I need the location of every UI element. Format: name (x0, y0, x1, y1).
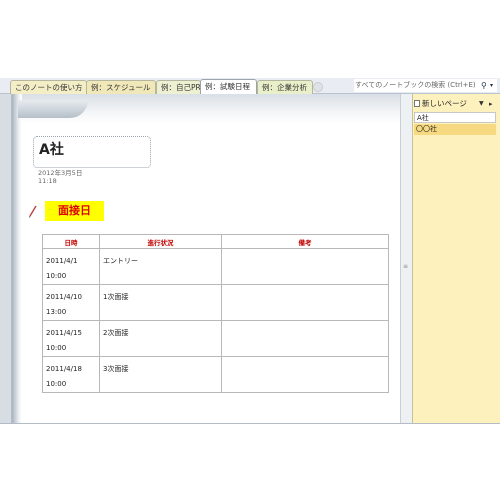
pen-icon (29, 205, 37, 218)
new-page-icon (414, 100, 420, 107)
notebook-frame (0, 94, 12, 424)
onenote-window: このノートの使い方 例：スケジュール 例：自己PR 例：試験日程 例：企業分析 … (0, 0, 500, 500)
new-page-label: 新しいページ (422, 99, 467, 108)
notes-cell[interactable] (221, 284, 389, 321)
status-cell[interactable]: 1次面接 (99, 284, 222, 321)
tab-self-pr[interactable]: 例：自己PR (156, 80, 201, 94)
time-text: 13:00 (46, 308, 67, 316)
dropdown-arrow-icon[interactable]: ▼ (479, 98, 484, 110)
notes-cell[interactable] (221, 320, 389, 357)
table-row: 2011/4/10 13:00 1次面接 (42, 284, 389, 321)
page-list-item[interactable]: 〇〇社 (414, 124, 496, 135)
tab-exam-schedule[interactable]: 例：試験日程 (200, 79, 257, 94)
date-text: 2011/4/18 (46, 365, 82, 373)
time-text: 10:00 (46, 344, 67, 352)
scroll-grip-icon[interactable]: ≡ (403, 264, 409, 270)
table-header-row: 日時 進行状況 備考 (42, 234, 389, 249)
status-cell[interactable]: 2次面接 (99, 320, 222, 357)
page-date: 2012年3月5日 (38, 169, 83, 177)
notes-cell[interactable] (221, 356, 389, 393)
interview-date-heading[interactable]: 面接日 (45, 201, 104, 221)
page-list-panel (412, 94, 500, 424)
page-title[interactable]: A社 (39, 140, 64, 160)
datetime-cell[interactable]: 2011/4/18 10:00 (42, 356, 100, 393)
column-header-notes: 備考 (221, 234, 389, 249)
page-binding (12, 94, 22, 424)
notes-cell[interactable] (221, 248, 389, 285)
status-cell[interactable]: 3次面接 (99, 356, 222, 393)
status-cell[interactable]: エントリー (99, 248, 222, 285)
search-icon[interactable]: ⚲ (481, 80, 487, 91)
page-time: 11:18 (38, 177, 57, 185)
datetime-cell[interactable]: 2011/4/10 13:00 (42, 284, 100, 321)
table-row: 2011/4/18 10:00 3次面接 (42, 356, 389, 393)
time-text: 10:00 (46, 380, 67, 388)
new-page-button[interactable]: 新しいページ (414, 98, 498, 110)
time-text: 10:00 (46, 272, 67, 280)
column-header-status: 進行状況 (99, 234, 222, 249)
column-header-datetime: 日時 (42, 234, 100, 249)
search-input[interactable]: すべてのノートブックの検索 (Ctrl+E) (354, 79, 497, 92)
tab-company-analysis[interactable]: 例：企業分析 (257, 80, 313, 94)
chevron-down-icon[interactable]: ▾ (490, 80, 493, 91)
date-text: 2011/4/15 (46, 329, 82, 337)
date-text: 2011/4/10 (46, 293, 82, 301)
collapse-panel-icon[interactable]: ▸ (489, 98, 493, 110)
datetime-cell[interactable]: 2011/4/1 10:00 (42, 248, 100, 285)
table-row: 2011/4/15 10:00 2次面接 (42, 320, 389, 357)
date-text: 2011/4/1 (46, 257, 78, 265)
datetime-cell[interactable]: 2011/4/15 10:00 (42, 320, 100, 357)
table-row: 2011/4/1 10:00 エントリー (42, 248, 389, 285)
schedule-table[interactable]: 日時 進行状況 備考 2011/4/1 10:00 エントリー 2011/4/10… (42, 234, 389, 393)
vertical-scrollbar[interactable] (400, 94, 412, 424)
page-stack-decoration (18, 100, 88, 118)
tab-how-to-use[interactable]: このノートの使い方 (10, 80, 87, 94)
tab-schedule[interactable]: 例：スケジュール (86, 80, 156, 94)
window-bottom-border (0, 423, 500, 424)
add-tab-icon[interactable] (313, 82, 323, 92)
page-list-item[interactable]: A社 (414, 112, 496, 123)
